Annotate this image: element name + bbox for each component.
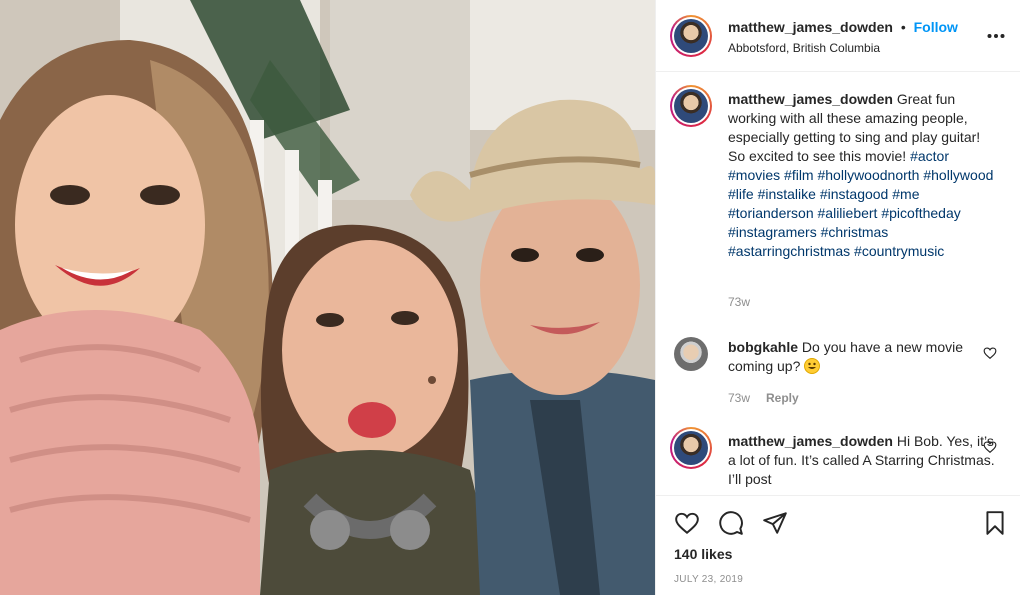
bookmark-icon[interactable] [982, 510, 1008, 536]
caption: matthew_james_dowden Great fun working w… [728, 90, 998, 261]
author-avatar[interactable] [670, 15, 712, 57]
comments-list: matthew_james_dowden Great fun working w… [656, 73, 1020, 495]
caption-avatar[interactable] [670, 85, 712, 127]
hashtag-link[interactable]: #film [784, 167, 814, 183]
comment-meta: 73w Reply [728, 391, 799, 405]
post-side-panel: matthew_james_dowden • Follow Abbotsford… [655, 0, 1020, 595]
hashtag-link[interactable]: #actor [910, 148, 949, 164]
header-username[interactable]: matthew_james_dowden [728, 19, 893, 35]
avatar-photo [674, 89, 708, 123]
comment: bobgkahle Do you have a new movie coming… [728, 338, 998, 376]
instagram-post-modal: matthew_james_dowden • Follow Abbotsford… [0, 0, 1020, 595]
comment-like-heart-icon[interactable] [983, 440, 997, 454]
hashtag-link[interactable]: #torianderson [728, 205, 814, 221]
hashtag-link[interactable]: #life [728, 186, 754, 202]
hashtag-link[interactable]: #aliliebert [818, 205, 878, 221]
follow-button[interactable]: Follow [914, 19, 958, 35]
heart-icon[interactable] [674, 510, 700, 536]
commenter-avatar[interactable] [674, 337, 708, 371]
post-header: matthew_james_dowden • Follow Abbotsford… [656, 0, 1020, 72]
comment-icon[interactable] [718, 510, 744, 536]
avatar-photo [674, 19, 708, 53]
comment-username[interactable]: bobgkahle [728, 339, 798, 355]
comment-username[interactable]: matthew_james_dowden [728, 433, 893, 449]
post-actions: 140 likes JULY 23, 2019 [656, 495, 1020, 595]
comment: matthew_james_dowden Hi Bob. Yes, it’s a… [728, 432, 998, 489]
likes-count[interactable]: 140 likes [674, 546, 732, 562]
hashtag-link[interactable]: #instagramers [728, 224, 817, 240]
post-date[interactable]: JULY 23, 2019 [674, 574, 743, 585]
more-options-icon[interactable] [987, 26, 1005, 40]
caption-hashtags: #actor #movies #film #hollywoodnorth #ho… [728, 148, 993, 259]
hashtag-link[interactable]: #hollywoodnorth [817, 167, 919, 183]
hashtag-link[interactable]: #me [892, 186, 919, 202]
hashtag-link[interactable]: #movies [728, 167, 780, 183]
post-photo[interactable] [0, 0, 655, 595]
comment-time[interactable]: 73w [728, 391, 750, 405]
hashtag-link[interactable]: #picoftheday [881, 205, 960, 221]
hashtag-link[interactable]: #instalike [758, 186, 816, 202]
hashtag-link[interactable]: #astarringchristmas [728, 243, 850, 259]
caption-time[interactable]: 73w [728, 295, 750, 309]
grinning-face-emoji [804, 358, 821, 374]
reply-button[interactable]: Reply [766, 391, 799, 405]
hashtag-link[interactable]: #instagood [820, 186, 889, 202]
comment-like-heart-icon[interactable] [983, 346, 997, 360]
hashtag-link[interactable]: #christmas [821, 224, 889, 240]
location-link[interactable]: Abbotsford, British Columbia [728, 41, 880, 55]
paper-plane-icon[interactable] [762, 510, 788, 536]
avatar-photo [674, 431, 708, 465]
hashtag-link[interactable]: #hollywood [923, 167, 993, 183]
photo-illustration [0, 0, 655, 595]
hashtag-link[interactable]: #countrymusic [854, 243, 944, 259]
commenter-avatar[interactable] [670, 427, 712, 469]
header-line: matthew_james_dowden • Follow [728, 19, 958, 35]
separator-dot: • [900, 19, 906, 35]
caption-username[interactable]: matthew_james_dowden [728, 91, 893, 107]
